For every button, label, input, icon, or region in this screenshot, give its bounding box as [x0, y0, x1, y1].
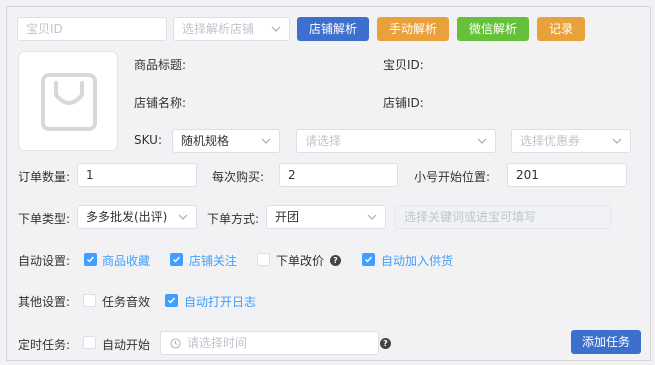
keyword-placeholder: 选择关键词或进宝可填写: [404, 210, 537, 224]
product-image: [18, 51, 118, 151]
order-qty-label: 订单数量:: [18, 170, 71, 184]
task-sound-label[interactable]: 任务音效: [102, 293, 150, 310]
sku-option-placeholder: 请选择: [305, 134, 342, 148]
chevron-down-icon: [261, 138, 271, 144]
shop-select[interactable]: 选择解析店铺: [173, 17, 290, 41]
product-item-id-label: 宝贝ID:: [383, 58, 424, 72]
order-type-value: 多多批发(出评): [86, 210, 168, 224]
start-position-value: 201: [516, 168, 539, 182]
shop-id-label: 店铺ID:: [383, 96, 424, 110]
chevron-down-icon: [367, 214, 377, 220]
wechat-parse-button[interactable]: 微信解析: [457, 17, 529, 41]
auto-settings-label: 自动设置:: [18, 254, 71, 268]
chevron-down-icon: [178, 214, 188, 220]
change-price-checkbox[interactable]: [257, 253, 270, 266]
sku-select-value: 随机规格: [181, 134, 230, 148]
help-icon[interactable]: ?: [330, 255, 341, 266]
chevron-down-icon: [271, 26, 281, 32]
timer-task-label: 定时任务:: [18, 338, 71, 352]
auto-start-checkbox[interactable]: [83, 336, 96, 349]
keyword-input[interactable]: 选择关键词或进宝可填写: [395, 205, 611, 229]
item-id-input[interactable]: 宝贝ID: [17, 17, 167, 41]
favorite-product-checkbox[interactable]: [84, 253, 97, 266]
clock-icon: [170, 338, 181, 349]
per-buy-value: 2: [288, 168, 296, 182]
task-sound-checkbox[interactable]: [83, 294, 96, 307]
shop-name-label: 店铺名称:: [134, 96, 187, 110]
help-icon[interactable]: ?: [380, 338, 391, 349]
order-method-select[interactable]: 开团: [266, 205, 386, 229]
check-icon: [168, 297, 176, 304]
auto-start-label[interactable]: 自动开始: [102, 336, 150, 353]
coupon-select[interactable]: 选择优惠券: [511, 129, 631, 153]
start-position-label: 小号开始位置:: [414, 170, 491, 184]
check-icon: [365, 256, 373, 263]
time-picker[interactable]: 请选择时间: [160, 331, 379, 355]
sku-label: SKU:: [134, 133, 162, 147]
open-log-checkbox[interactable]: [165, 294, 178, 307]
record-button[interactable]: 记录: [537, 17, 585, 41]
shop-parse-button[interactable]: 店铺解析: [297, 17, 369, 41]
chevron-down-icon: [477, 138, 487, 144]
coupon-placeholder: 选择优惠券: [520, 134, 581, 148]
follow-shop-label[interactable]: 店铺关注: [189, 252, 237, 269]
shopping-bag-icon: [41, 73, 97, 131]
follow-shop-checkbox[interactable]: [170, 253, 183, 266]
start-position-input[interactable]: 201: [507, 163, 627, 187]
item-id-placeholder: 宝贝ID: [26, 22, 63, 36]
chevron-down-icon: [612, 138, 622, 144]
order-method-value: 开团: [275, 210, 300, 224]
per-buy-input[interactable]: 2: [279, 163, 398, 187]
add-task-button[interactable]: 添加任务: [571, 330, 641, 354]
sku-select[interactable]: 随机规格: [172, 129, 280, 153]
product-title-label: 商品标题:: [134, 58, 187, 72]
time-placeholder: 请选择时间: [187, 336, 248, 350]
auto-supply-checkbox[interactable]: [362, 253, 375, 266]
order-type-label: 下单类型:: [18, 212, 71, 226]
per-buy-label: 每次购买:: [212, 170, 265, 184]
order-qty-value: 1: [86, 168, 94, 182]
order-qty-input[interactable]: 1: [77, 163, 197, 187]
check-icon: [173, 256, 181, 263]
auto-supply-label[interactable]: 自动加入供货: [381, 252, 453, 269]
order-type-select[interactable]: 多多批发(出评): [77, 205, 197, 229]
check-icon: [87, 256, 95, 263]
favorite-product-label[interactable]: 商品收藏: [102, 252, 150, 269]
manual-parse-button[interactable]: 手动解析: [377, 17, 449, 41]
open-log-label[interactable]: 自动打开日志: [184, 293, 256, 310]
change-price-label[interactable]: 下单改价: [276, 252, 324, 269]
sku-option-select[interactable]: 请选择: [296, 129, 496, 153]
order-method-label: 下单方式:: [207, 212, 260, 226]
shop-select-placeholder: 选择解析店铺: [182, 22, 255, 36]
other-settings-label: 其他设置:: [18, 295, 71, 309]
